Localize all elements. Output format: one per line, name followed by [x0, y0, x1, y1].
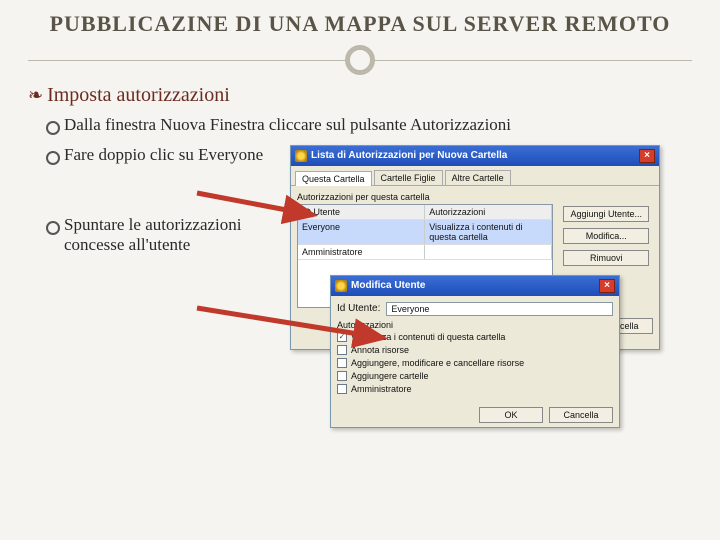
- screenshot-area: Lista di Autorizzazioni per Nuova Cartel…: [290, 145, 660, 465]
- divider: [28, 46, 692, 74]
- dialog-title: Lista di Autorizzazioni per Nuova Cartel…: [311, 150, 507, 161]
- tab-child-folders[interactable]: Cartelle Figlie: [374, 170, 443, 185]
- titlebar: Lista di Autorizzazioni per Nuova Cartel…: [291, 146, 659, 166]
- remove-button[interactable]: Rimuovi: [563, 250, 649, 266]
- cell: Visualizza i contenuti di questa cartell…: [425, 220, 552, 244]
- add-user-button[interactable]: Aggiungi Utente...: [563, 206, 649, 222]
- list-item: Dalla finestra Nuova Finestra cliccare s…: [46, 115, 692, 135]
- user-id-field[interactable]: Everyone: [386, 302, 613, 316]
- arrow-icon: [195, 300, 395, 350]
- checkbox-admin[interactable]: Amministratore: [337, 384, 613, 394]
- table-row[interactable]: Everyone Visualizza i contenuti di quest…: [298, 219, 552, 244]
- checkbox-add-edit-delete[interactable]: Aggiungere, modificare e cancellare riso…: [337, 358, 613, 368]
- divider-circle-icon: [345, 45, 375, 75]
- page-title: PUBBLICAZINE DI UNA MAPPA SUL SERVER REM…: [28, 10, 692, 38]
- edit-button[interactable]: Modifica...: [563, 228, 649, 244]
- section-heading: Imposta autorizzazioni: [28, 84, 692, 107]
- checkbox-icon: [337, 371, 347, 381]
- tab-other-folders[interactable]: Altre Cartelle: [445, 170, 511, 185]
- checkbox-icon: [337, 358, 347, 368]
- titlebar: Modifica Utente ×: [331, 276, 619, 296]
- close-icon[interactable]: ×: [599, 279, 615, 293]
- dialog-title: Modifica Utente: [351, 280, 425, 291]
- ok-button[interactable]: OK: [479, 407, 543, 423]
- checkbox-icon: [337, 384, 347, 394]
- cell: [425, 245, 552, 259]
- tabstrip: Questa Cartella Cartelle Figlie Altre Ca…: [291, 166, 659, 186]
- cancel-button[interactable]: Cancella: [549, 407, 613, 423]
- list-item: Fare doppio clic su Everyone: [46, 145, 276, 165]
- edit-user-dialog: Modifica Utente × Id Utente: Everyone Au…: [330, 275, 620, 428]
- cell: Amministratore: [298, 245, 425, 259]
- close-icon[interactable]: ×: [639, 149, 655, 163]
- bullet-list: Dalla finestra Nuova Finestra cliccare s…: [46, 115, 692, 465]
- col-header: Autorizzazioni: [425, 205, 552, 219]
- slide: PUBBLICAZINE DI UNA MAPPA SUL SERVER REM…: [0, 0, 720, 540]
- arrow-icon: [195, 185, 325, 225]
- folder-permissions-icon: [295, 150, 307, 162]
- tab-this-folder[interactable]: Questa Cartella: [295, 171, 372, 186]
- label: Autorizzazioni per questa cartella: [297, 192, 553, 202]
- user-icon: [335, 280, 347, 292]
- table-row[interactable]: Amministratore: [298, 244, 552, 259]
- checkbox-add-folders[interactable]: Aggiungere cartelle: [337, 371, 613, 381]
